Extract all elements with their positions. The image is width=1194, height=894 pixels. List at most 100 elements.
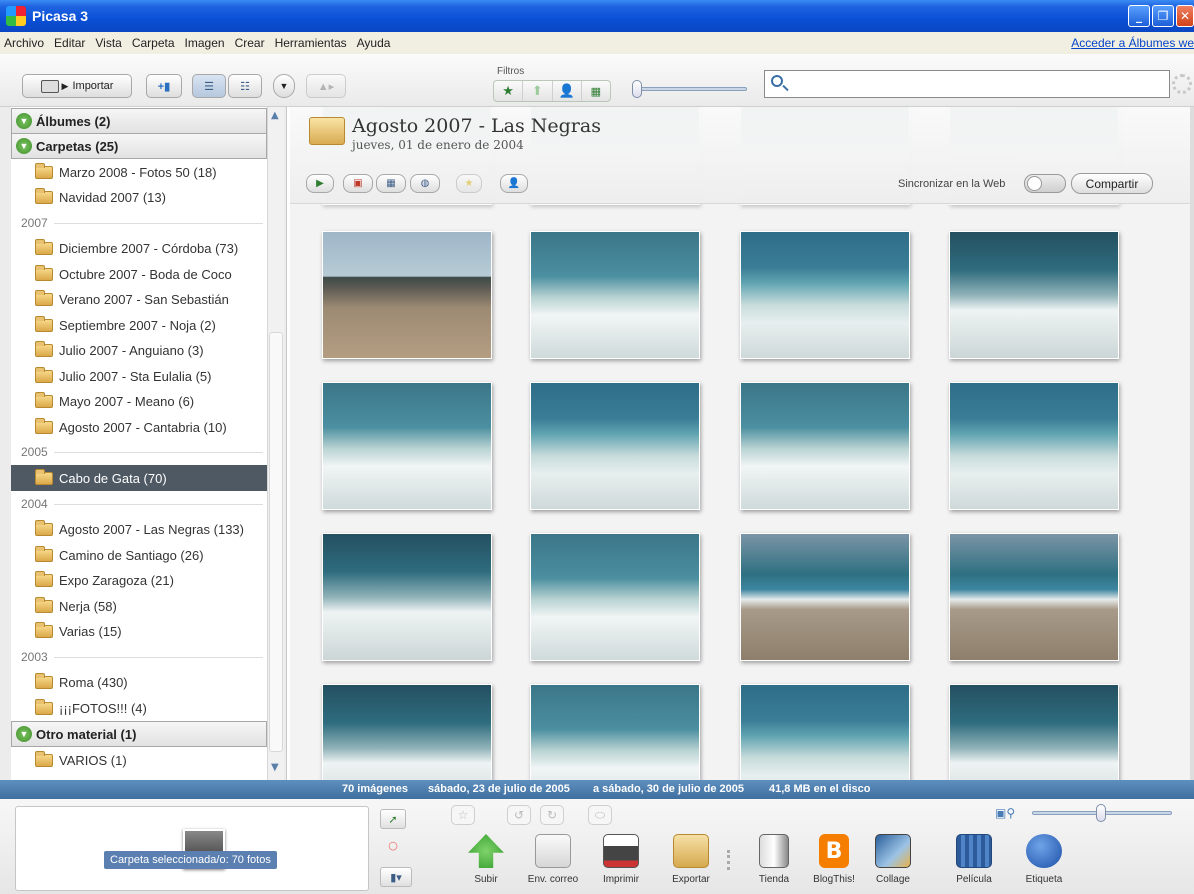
- view-options-dropdown[interactable]: ▼: [273, 74, 295, 98]
- minimize-button[interactable]: _: [1128, 5, 1150, 27]
- photo-thumbnail[interactable]: [949, 231, 1119, 359]
- flat-list-icon: ☷: [240, 80, 250, 93]
- photo-thumbnail[interactable]: [322, 231, 492, 359]
- upload-action[interactable]: Subir: [455, 828, 517, 894]
- scrollbar-thumb[interactable]: [269, 332, 283, 752]
- folder-item-selected[interactable]: Cabo de Gata (70): [11, 465, 267, 491]
- photo-thumbnail[interactable]: [530, 684, 700, 780]
- menu-crear[interactable]: Crear: [230, 36, 270, 50]
- blogthis-action[interactable]: B BlogThis!: [803, 828, 865, 894]
- folder-item[interactable]: Mayo 2007 - Meano (6): [11, 388, 267, 414]
- folder-item[interactable]: Julio 2007 - Sta Eulalia (5): [11, 363, 267, 389]
- scroll-up-icon[interactable]: ▲: [271, 110, 281, 121]
- add-to-album-dropdown[interactable]: ▮▾: [380, 867, 412, 887]
- web-albums-signin-link[interactable]: Acceder a Álbumes we: [1071, 36, 1194, 50]
- album-title[interactable]: Agosto 2007 - Las Negras: [352, 115, 601, 137]
- video-filter-icon[interactable]: ▦: [582, 81, 610, 101]
- folder-item[interactable]: Octubre 2007 - Boda de Coco: [11, 261, 267, 287]
- thumbnail-size-handle[interactable]: [1096, 804, 1106, 822]
- photo-thumbnail[interactable]: [740, 684, 910, 780]
- menu-vista[interactable]: Vista: [90, 36, 126, 50]
- clear-selection-button[interactable]: ○: [380, 835, 406, 855]
- photo-thumbnail[interactable]: [949, 382, 1119, 510]
- folder-item[interactable]: Varias (15): [11, 618, 267, 644]
- rotate-right-button[interactable]: ↻: [540, 805, 564, 825]
- share-button[interactable]: Compartir: [1071, 173, 1153, 194]
- section-folders[interactable]: ▼ Carpetas (25): [11, 133, 267, 159]
- collage-action[interactable]: Collage: [862, 828, 924, 894]
- folder-item[interactable]: Roma (430): [11, 669, 267, 695]
- starred-filter-icon[interactable]: ★: [494, 81, 524, 101]
- tray-tag-button[interactable]: ⬭: [588, 805, 612, 825]
- folder-item[interactable]: Marzo 2008 - Fotos 50 (18): [11, 159, 267, 185]
- menu-herramientas[interactable]: Herramientas: [270, 36, 352, 50]
- folder-item[interactable]: Navidad 2007 (13): [11, 184, 267, 210]
- folder-item[interactable]: Verano 2007 - San Sebastián: [11, 286, 267, 312]
- folder-item[interactable]: Julio 2007 - Anguiano (3): [11, 337, 267, 363]
- section-albums[interactable]: ▼ Álbumes (2): [11, 108, 267, 134]
- photo-thumbnail[interactable]: [530, 382, 700, 510]
- photo-thumbnail[interactable]: [322, 533, 492, 661]
- photo-thumbnail[interactable]: [949, 533, 1119, 661]
- flat-view-button[interactable]: ☷: [228, 74, 262, 98]
- geotag-button[interactable]: ◍: [410, 174, 440, 193]
- search-input[interactable]: [764, 70, 1170, 98]
- photo-thumbnail[interactable]: [530, 533, 700, 661]
- play-slideshow-button[interactable]: ▶: [306, 174, 334, 193]
- folder-item[interactable]: Septiembre 2007 - Noja (2): [11, 312, 267, 338]
- tree-view-button[interactable]: ☰: [192, 74, 226, 98]
- photo-thumbnail[interactable]: [740, 231, 910, 359]
- scroll-down-icon[interactable]: ▼: [271, 762, 281, 773]
- folder-item[interactable]: VARIOS (1): [11, 747, 267, 773]
- folder-item[interactable]: Expo Zaragoza (21): [11, 567, 267, 593]
- star-button[interactable]: ★: [456, 174, 482, 193]
- photo-thumbnail[interactable]: [530, 231, 700, 359]
- people-button[interactable]: 👤: [500, 174, 528, 193]
- collapse-toggle-icon[interactable]: ▼: [16, 113, 32, 129]
- folder-item[interactable]: ¡¡¡FOTOS!!! (4): [11, 695, 267, 721]
- menu-editar[interactable]: Editar: [49, 36, 90, 50]
- selection-tray[interactable]: Carpeta seleccionada/o: 70 fotos: [15, 806, 369, 891]
- geotag-action[interactable]: Etiqueta: [1013, 828, 1075, 894]
- collapse-toggle-icon[interactable]: ▼: [16, 138, 32, 154]
- movie-action[interactable]: Película: [943, 828, 1005, 894]
- uploaded-filter-icon[interactable]: ⬆: [523, 81, 553, 101]
- photo-grid-scrollbar[interactable]: [1190, 107, 1194, 780]
- filter-slider-handle[interactable]: [632, 80, 642, 98]
- photo-thumbnail[interactable]: [949, 684, 1119, 780]
- folder-item[interactable]: Agosto 2007 - Cantabria (10): [11, 414, 267, 440]
- folder-item[interactable]: Agosto 2007 - Las Negras (133): [11, 516, 267, 542]
- menu-archivo[interactable]: Archivo: [0, 36, 49, 50]
- folder-item[interactable]: Diciembre 2007 - Córdoba (73): [11, 235, 267, 261]
- folder-item[interactable]: Camino de Santiago (26): [11, 542, 267, 568]
- people-filter-icon[interactable]: 👤: [553, 81, 582, 101]
- filter-date-slider[interactable]: [637, 87, 747, 91]
- sidebar-scrollbar[interactable]: ▲ ▼: [267, 107, 284, 780]
- photo-thumbnail[interactable]: [740, 533, 910, 661]
- print-action[interactable]: Imprimir: [590, 828, 652, 894]
- sync-web-toggle[interactable]: [1024, 174, 1066, 193]
- photo-thumbnail[interactable]: [322, 382, 492, 510]
- add-to-album-button[interactable]: +▮: [146, 74, 182, 98]
- album-date[interactable]: jueves, 01 de enero de 2004: [352, 138, 524, 152]
- import-button[interactable]: ▶ Importar: [22, 74, 132, 98]
- hold-pin-button[interactable]: ➚: [380, 809, 406, 829]
- photo-thumbnail[interactable]: [322, 684, 492, 780]
- tray-star-button[interactable]: ☆: [451, 805, 475, 825]
- shop-action[interactable]: Tienda: [743, 828, 805, 894]
- folder-item[interactable]: Nerja (58): [11, 593, 267, 619]
- collapse-toggle-icon[interactable]: ▼: [16, 726, 32, 742]
- menu-imagen[interactable]: Imagen: [180, 36, 230, 50]
- menu-ayuda[interactable]: Ayuda: [352, 36, 396, 50]
- photo-thumbnail[interactable]: [740, 382, 910, 510]
- upload-web-button[interactable]: ▣: [343, 174, 373, 193]
- movie-button[interactable]: ▦: [376, 174, 406, 193]
- close-button[interactable]: ✕: [1176, 5, 1194, 27]
- email-action[interactable]: Env. correo: [522, 828, 584, 894]
- maximize-button[interactable]: ❐: [1152, 5, 1174, 27]
- section-other-material[interactable]: ▼ Otro material (1): [11, 721, 267, 747]
- export-action[interactable]: Exportar: [660, 828, 722, 894]
- rotate-left-button[interactable]: ↺: [507, 805, 531, 825]
- menu-carpeta[interactable]: Carpeta: [127, 36, 180, 50]
- slideshow-button[interactable]: ▲▸: [306, 74, 346, 98]
